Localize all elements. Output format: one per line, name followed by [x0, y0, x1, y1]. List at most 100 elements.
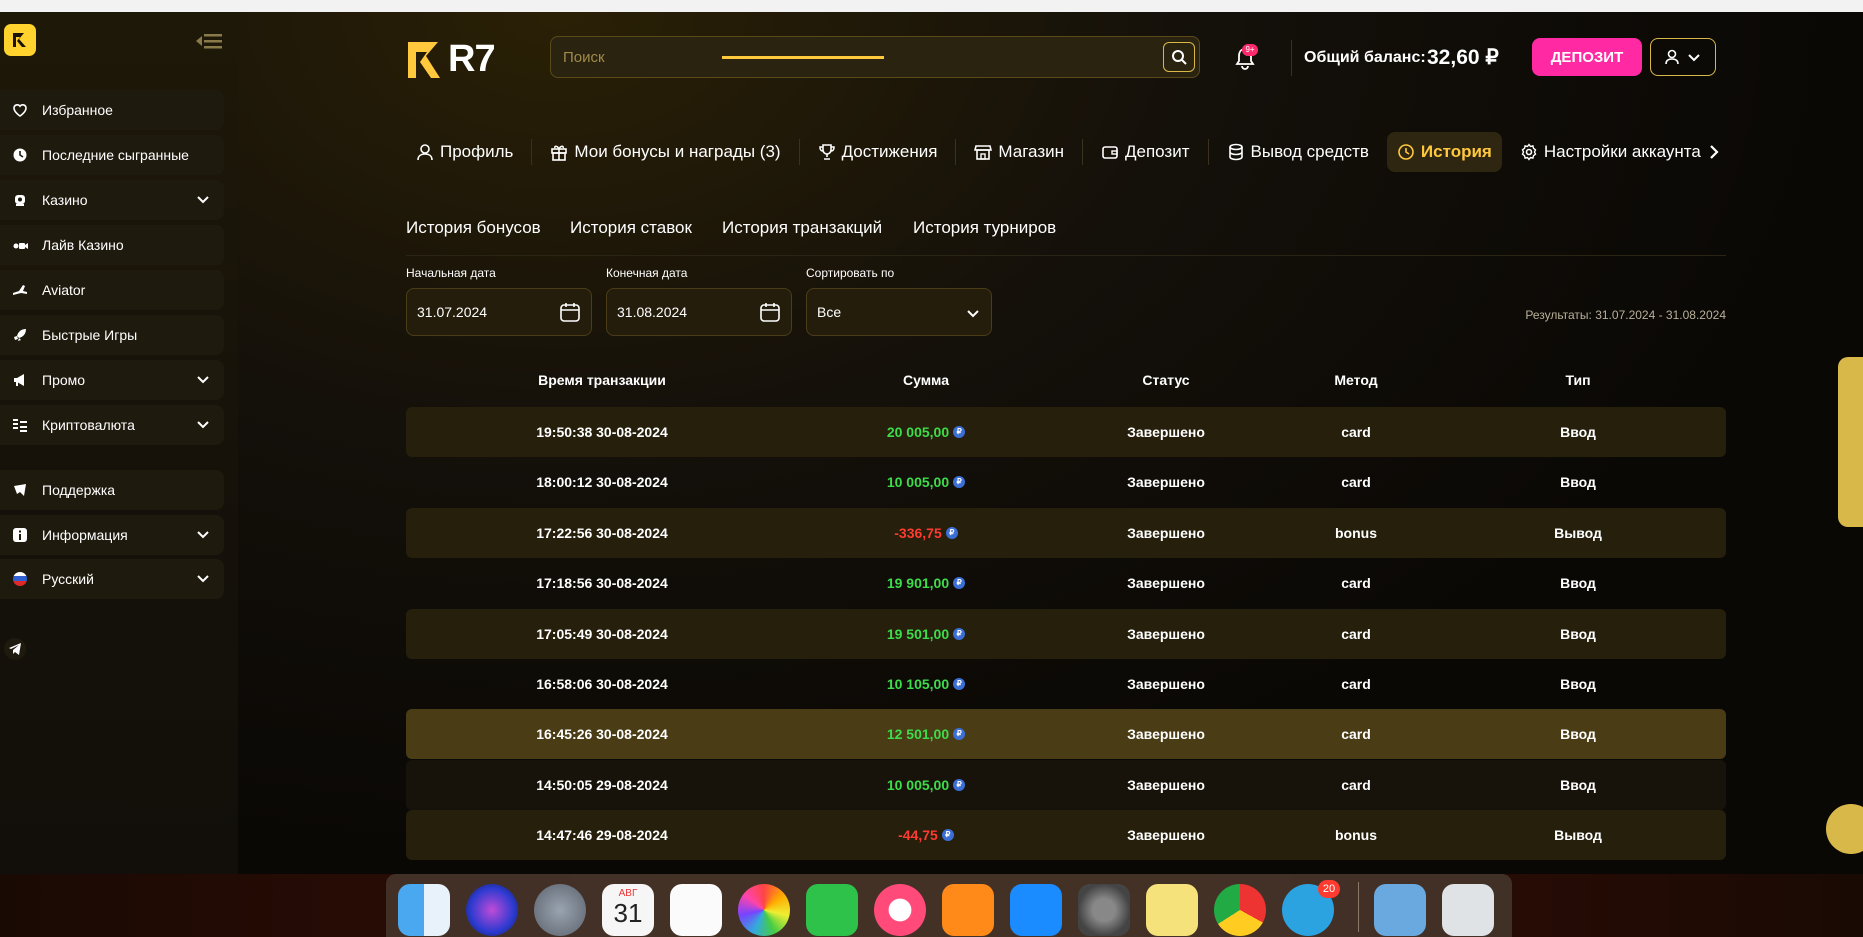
cell-status: Завершено: [1127, 575, 1205, 591]
subtab-transaction-history[interactable]: История транзакций: [722, 218, 882, 238]
column-header-time: Время транзакции: [538, 372, 666, 388]
telegram-icon[interactable]: [4, 638, 26, 660]
sort-select[interactable]: Все: [806, 288, 992, 336]
search-icon: [1172, 50, 1187, 65]
facetime-icon[interactable]: [806, 884, 858, 936]
sidebar-item-favorites[interactable]: Избранное: [0, 90, 224, 130]
sidebar-item-promo[interactable]: Промо: [0, 360, 224, 400]
chat-support-icon[interactable]: [1826, 804, 1863, 854]
history-icon: [1397, 143, 1415, 161]
gift-icon: [550, 143, 568, 161]
r7-logo-icon: [408, 41, 440, 78]
calendar-app-icon[interactable]: АВГ 31: [602, 884, 654, 936]
reminders-icon[interactable]: [670, 884, 722, 936]
sidebar-item-aviator[interactable]: Aviator: [0, 270, 224, 310]
sidebar-item-support[interactable]: Поддержка: [0, 470, 224, 510]
ruble-coin-icon: ₽: [953, 426, 966, 438]
tab-label: Вывод средств: [1250, 142, 1369, 161]
cell-time: 19:50:38 30-08-2024: [536, 424, 668, 440]
tab-achievements[interactable]: Достижения: [808, 132, 948, 172]
notes-icon[interactable]: [1146, 884, 1198, 936]
user-menu-button[interactable]: [1650, 38, 1716, 76]
cell-time: 14:47:46 29-08-2024: [536, 827, 668, 843]
sidebar-item-casino[interactable]: Казино: [0, 180, 224, 220]
app-store-icon[interactable]: [1010, 884, 1062, 936]
ruble-coin-icon: ₽: [953, 678, 966, 690]
downloads-folder-icon[interactable]: [1374, 884, 1426, 936]
cell-time: 16:45:26 30-08-2024: [536, 726, 668, 742]
tab-account-settings[interactable]: Настройки аккаунта: [1510, 132, 1711, 172]
table-row: 14:50:05 29-08-2024 10 005,00 ₽ Завершено…: [406, 760, 1726, 810]
sidebar-item-language[interactable]: Русский: [0, 559, 224, 599]
cell-amount: 12 501,00 ₽: [826, 709, 1026, 759]
end-date-value: 31.08.2024: [617, 304, 688, 320]
music-icon[interactable]: [874, 884, 926, 936]
books-icon[interactable]: [942, 884, 994, 936]
sidebar-item-label: Криптовалюта: [42, 417, 135, 433]
sidebar-logo-icon[interactable]: [4, 24, 36, 56]
sidebar-item-label: Быстрые Игры: [42, 327, 138, 343]
profile-tabs: Профиль Мои бонусы и награды (3) Достиже…: [406, 132, 1719, 172]
subtab-tournament-history[interactable]: История турниров: [913, 218, 1056, 238]
browser-top-strip: [0, 0, 1863, 12]
table-row: 19:50:38 30-08-2024 20 005,00 ₽ Завершено…: [406, 407, 1726, 457]
start-date-value: 31.07.2024: [417, 304, 488, 320]
cell-type: Ввод: [1560, 726, 1596, 742]
column-header-status: Статус: [1142, 372, 1190, 388]
sidebar-item-label: Казино: [42, 192, 88, 208]
sidebar-item-fast-games[interactable]: Быстрые Игры: [0, 315, 224, 355]
cell-type: Ввод: [1560, 676, 1596, 692]
tab-label: Депозит: [1125, 142, 1190, 161]
brand-logo[interactable]: R7: [406, 38, 496, 81]
cell-amount: 19 501,00 ₽: [826, 609, 1026, 659]
subtab-bonus-history[interactable]: История бонусов: [406, 218, 541, 238]
quick-access-panel[interactable]: [1838, 357, 1863, 527]
subtab-bet-history[interactable]: История ставок: [570, 218, 692, 238]
amount-value: 20 005,00: [886, 424, 950, 440]
ruble-coin-icon: ₽: [953, 728, 966, 740]
ruble-coin-icon: ₽: [945, 527, 958, 539]
calendar-icon[interactable]: [759, 301, 781, 323]
end-date-field[interactable]: 31.08.2024: [606, 288, 792, 336]
tab-bonuses[interactable]: Мои бонусы и награды (3): [540, 132, 790, 172]
collapse-sidebar-icon[interactable]: [194, 30, 224, 52]
chrome-icon[interactable]: [1214, 884, 1266, 936]
cell-time: 18:00:12 30-08-2024: [536, 474, 668, 490]
tab-divider: [1082, 139, 1083, 165]
tab-profile[interactable]: Профиль: [406, 132, 523, 172]
tabs-scroll-right-icon[interactable]: [1704, 142, 1724, 162]
calendar-icon[interactable]: [559, 301, 581, 323]
sidebar-item-info[interactable]: Информация: [0, 515, 224, 555]
telegram-badge: 20: [1318, 880, 1340, 898]
crypto-icon: [12, 417, 28, 433]
cell-type: Ввод: [1560, 424, 1596, 440]
cell-method: card: [1341, 424, 1371, 440]
siri-icon[interactable]: [466, 884, 518, 936]
photos-icon[interactable]: [738, 884, 790, 936]
tab-store[interactable]: Магазин: [964, 132, 1074, 172]
chevron-down-icon: [196, 417, 210, 431]
deposit-button[interactable]: ДЕПОЗИТ: [1532, 38, 1642, 76]
tab-deposit[interactable]: Депозит: [1091, 132, 1200, 172]
tab-label: Настройки аккаунта: [1543, 142, 1701, 161]
amount-value: 19 501,00: [886, 626, 950, 642]
system-preferences-icon[interactable]: [1078, 884, 1130, 936]
cell-status: Завершено: [1127, 525, 1205, 541]
finder-icon[interactable]: [398, 884, 450, 936]
table-row: 16:58:06 30-08-2024 10 105,00 ₽ Завершено…: [406, 659, 1726, 709]
start-date-field[interactable]: 31.07.2024: [406, 288, 592, 336]
sidebar-item-recent[interactable]: Последние сыгранные: [0, 135, 224, 175]
tab-history[interactable]: История: [1386, 132, 1502, 172]
sidebar-item-crypto[interactable]: Криптовалюта: [0, 405, 224, 445]
column-header-type: Тип: [1565, 372, 1591, 388]
sidebar-item-label: Поддержка: [42, 482, 116, 498]
launchpad-icon[interactable]: [534, 884, 586, 936]
cell-time: 17:18:56 30-08-2024: [536, 575, 668, 591]
search-button[interactable]: [1163, 42, 1195, 72]
tab-withdraw[interactable]: Вывод средств: [1217, 132, 1379, 172]
cell-time: 17:22:56 30-08-2024: [536, 525, 668, 541]
notifications-badge: 9+: [1242, 44, 1258, 56]
trash-icon[interactable]: [1442, 884, 1494, 936]
cell-method: card: [1341, 626, 1371, 642]
sidebar-item-live-casino[interactable]: Лайв Казино: [0, 225, 224, 265]
